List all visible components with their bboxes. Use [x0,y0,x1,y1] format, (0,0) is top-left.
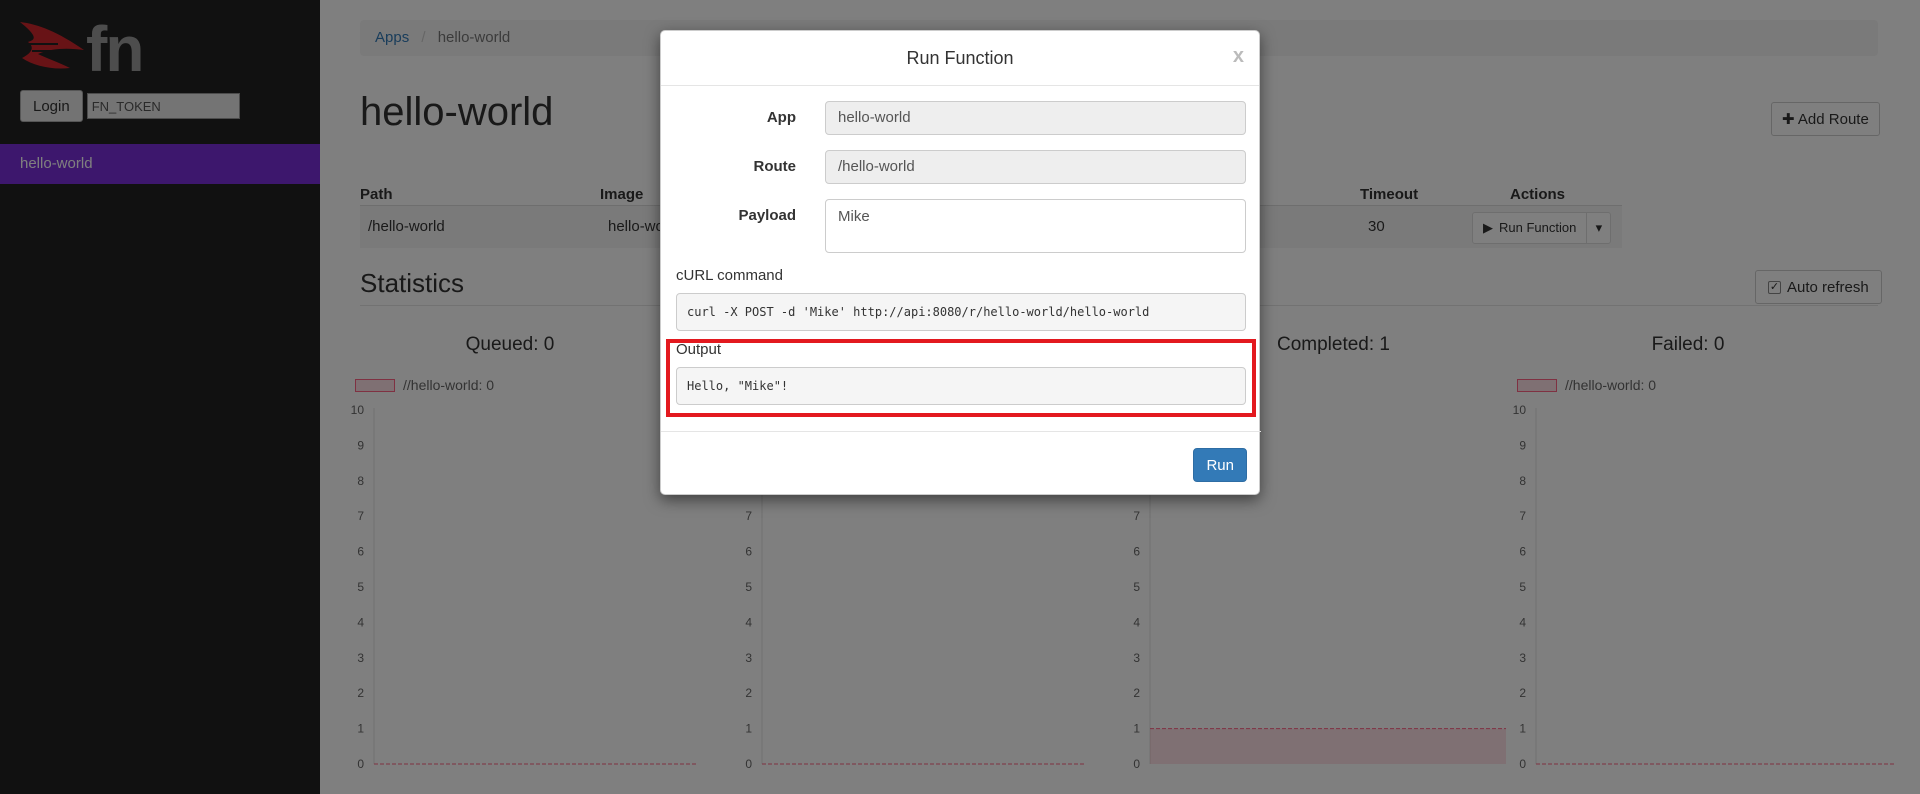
payload-textarea[interactable] [825,199,1246,253]
payload-label: Payload [738,207,796,224]
run-function-modal: Run Function x App hello-world Route /he… [660,30,1261,496]
output-box[interactable]: Hello, "Mike"! [676,367,1246,405]
curl-command-box[interactable]: curl -X POST -d 'Mike' http://api:8080/r… [676,293,1246,331]
close-icon[interactable]: x [1233,45,1244,68]
app-label: App [766,109,796,126]
route-field: /hello-world [825,150,1246,184]
modal-footer: Run [661,431,1261,496]
route-label: Route [753,158,797,175]
app-field: hello-world [825,101,1246,135]
curl-command-label: cURL command [676,267,783,284]
modal-title: Run Function [906,48,1014,68]
modal-header: Run Function x [661,31,1259,86]
output-label: Output [676,341,722,358]
run-button[interactable]: Run [1193,448,1247,482]
